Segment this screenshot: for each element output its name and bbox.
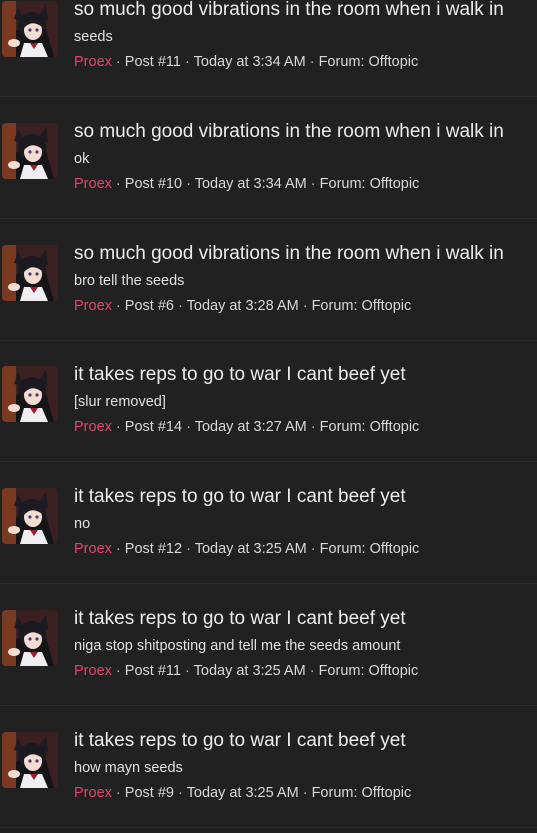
meta-separator: · [302,298,308,314]
forum-link[interactable]: Forum: Offtopic [319,54,419,70]
post-time: Today at 3:27 AM [194,419,307,435]
meta-separator: · [178,785,183,801]
meta-separator: · [309,663,315,679]
result-title-link[interactable]: it takes reps to go to war I cant beef y… [74,730,406,752]
result-snippet: how mayn seeds [74,760,183,776]
meta-separator: · [115,541,121,557]
avatar[interactable] [2,610,58,666]
meta-separator: · [115,54,121,70]
meta-separator: · [115,419,121,435]
avatar[interactable] [2,732,58,788]
author-link[interactable]: Proex [74,419,112,435]
meta-separator: · [309,54,315,70]
search-result-item[interactable]: it takes reps to go to war I cant beef y… [0,463,537,584]
author-link[interactable]: Proex [74,541,112,557]
meta-separator: · [310,176,316,192]
post-time: Today at 3:34 AM [194,176,307,192]
meta-separator: · [115,176,121,192]
search-result-item[interactable]: it takes reps to go to war I cant beef y… [0,707,537,828]
post-number-link[interactable]: Post #12 [125,541,182,557]
forum-link[interactable]: Forum: Offtopic [319,663,419,679]
forum-link[interactable]: Forum: Offtopic [320,176,420,192]
meta-separator: · [115,298,121,314]
meta-separator: · [186,176,191,192]
post-number-link[interactable]: Post #9 [125,785,174,801]
avatar[interactable] [2,123,58,179]
result-title-link[interactable]: it takes reps to go to war I cant beef y… [74,486,406,508]
author-link[interactable]: Proex [74,298,112,314]
result-snippet: seeds [74,29,113,45]
forum-link[interactable]: Forum: Offtopic [320,419,420,435]
post-number-link[interactable]: Post #11 [125,54,181,70]
avatar[interactable] [2,245,58,301]
post-time: Today at 3:25 AM [194,541,307,557]
result-meta: Proex · Post #6 · Today at 3:28 AM · For… [74,297,411,315]
post-number-link[interactable]: Post #10 [125,176,182,192]
search-result-item[interactable]: so much good vibrations in the room when… [0,220,537,341]
result-meta: Proex · Post #12 · Today at 3:25 AM · Fo… [74,540,419,558]
meta-separator: · [115,785,121,801]
result-title-link[interactable]: so much good vibrations in the room when… [74,243,504,265]
avatar[interactable] [2,1,58,57]
result-title-link[interactable]: it takes reps to go to war I cant beef y… [74,364,406,386]
search-result-item[interactable]: it takes reps to go to war I cant beef y… [0,585,537,706]
search-result-item[interactable]: it takes reps to go to war I cant beef y… [0,341,537,462]
author-link[interactable]: Proex [74,785,112,801]
forum-link[interactable]: Forum: Offtopic [320,541,420,557]
post-number-link[interactable]: Post #6 [125,298,174,314]
post-time: Today at 3:25 AM [193,663,306,679]
search-result-item[interactable]: so much good vibrations in the room when… [0,0,537,97]
author-link[interactable]: Proex [74,54,112,70]
post-number-link[interactable]: Post #14 [125,419,182,435]
result-snippet: bro tell the seeds [74,273,185,289]
result-meta: Proex · Post #11 · Today at 3:25 AM · Fo… [74,662,418,680]
result-meta: Proex · Post #14 · Today at 3:27 AM · Fo… [74,418,419,436]
result-snippet: [slur removed] [74,394,166,410]
result-meta: Proex · Post #10 · Today at 3:34 AM · Fo… [74,175,419,193]
meta-separator: · [185,663,190,679]
search-results-list: so much good vibrations in the room when… [0,0,537,833]
result-snippet: ok [74,151,90,167]
result-meta: Proex · Post #9 · Today at 3:25 AM · For… [74,784,411,802]
avatar[interactable] [2,366,58,422]
result-title-link[interactable]: it takes reps to go to war I cant beef y… [74,608,406,630]
meta-separator: · [115,663,121,679]
result-snippet: no [74,516,91,532]
forum-link[interactable]: Forum: Offtopic [312,785,412,801]
avatar[interactable] [2,488,58,544]
meta-separator: · [310,541,316,557]
forum-link[interactable]: Forum: Offtopic [312,298,412,314]
author-link[interactable]: Proex [74,176,112,192]
result-meta: Proex · Post #11 · Today at 3:34 AM · Fo… [74,53,418,71]
meta-separator: · [185,54,190,70]
meta-separator: · [302,785,308,801]
meta-separator: · [186,419,191,435]
result-snippet: niga stop shitposting and tell me the se… [74,638,401,654]
meta-separator: · [186,541,191,557]
meta-separator: · [310,419,316,435]
meta-separator: · [178,298,183,314]
post-number-link[interactable]: Post #11 [125,663,181,679]
author-link[interactable]: Proex [74,663,112,679]
post-time: Today at 3:25 AM [186,785,299,801]
search-result-item[interactable]: so much good vibrations in the room when… [0,98,537,219]
result-title-link[interactable]: so much good vibrations in the room when… [74,121,504,143]
post-time: Today at 3:28 AM [186,298,299,314]
result-title-link[interactable]: so much good vibrations in the room when… [74,0,504,21]
post-time: Today at 3:34 AM [193,54,306,70]
